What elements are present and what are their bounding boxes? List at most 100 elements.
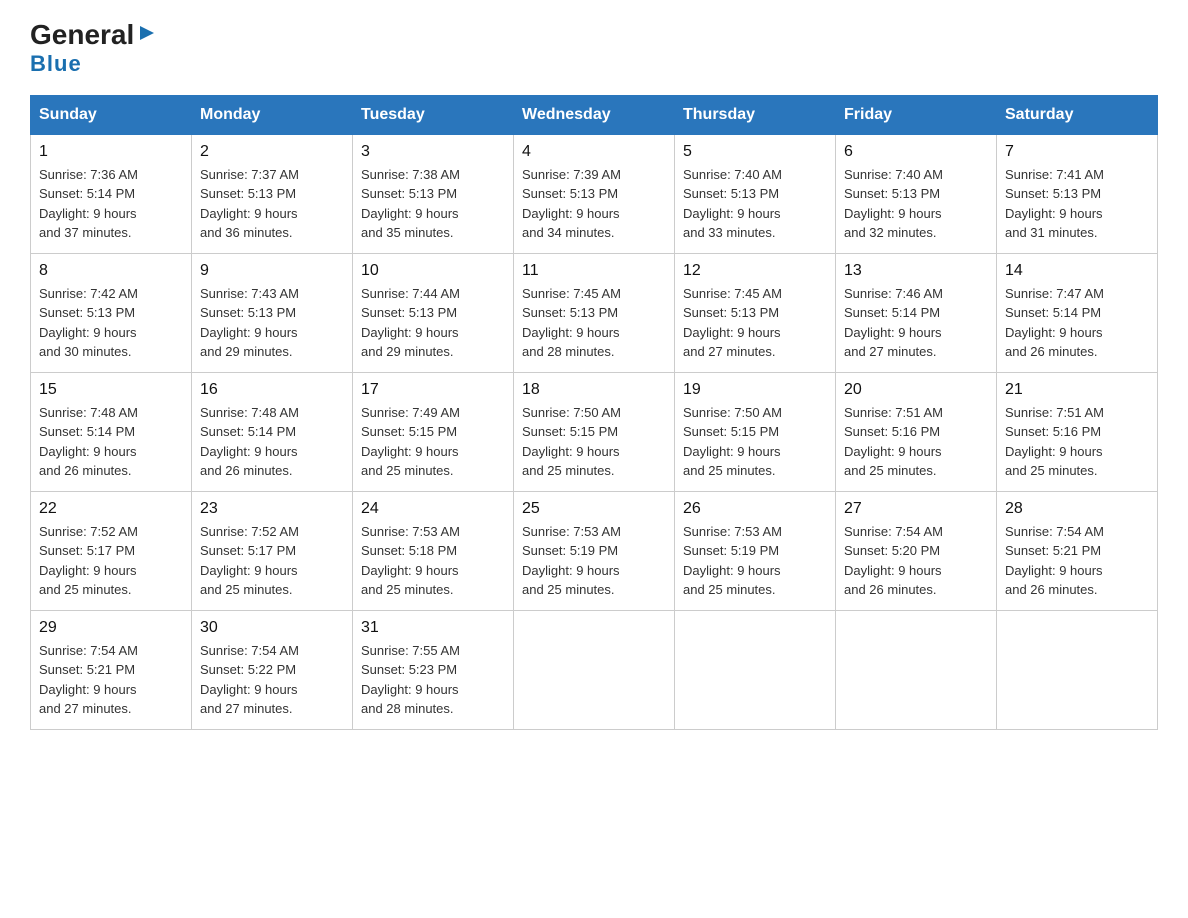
day-info: Sunrise: 7:51 AM Sunset: 5:16 PM Dayligh…	[844, 403, 988, 481]
calendar-cell: 12 Sunrise: 7:45 AM Sunset: 5:13 PM Dayl…	[675, 253, 836, 372]
day-info: Sunrise: 7:41 AM Sunset: 5:13 PM Dayligh…	[1005, 165, 1149, 243]
day-info: Sunrise: 7:36 AM Sunset: 5:14 PM Dayligh…	[39, 165, 183, 243]
day-info: Sunrise: 7:48 AM Sunset: 5:14 PM Dayligh…	[200, 403, 344, 481]
day-number: 9	[200, 262, 344, 280]
day-info: Sunrise: 7:46 AM Sunset: 5:14 PM Dayligh…	[844, 284, 988, 362]
day-number: 28	[1005, 500, 1149, 518]
day-info: Sunrise: 7:40 AM Sunset: 5:13 PM Dayligh…	[844, 165, 988, 243]
day-info: Sunrise: 7:42 AM Sunset: 5:13 PM Dayligh…	[39, 284, 183, 362]
day-info: Sunrise: 7:53 AM Sunset: 5:18 PM Dayligh…	[361, 522, 505, 600]
weekday-header-monday: Monday	[192, 95, 353, 134]
week-row-1: 1 Sunrise: 7:36 AM Sunset: 5:14 PM Dayli…	[31, 134, 1158, 253]
day-number: 20	[844, 381, 988, 399]
calendar-table: SundayMondayTuesdayWednesdayThursdayFrid…	[30, 95, 1158, 730]
day-number: 24	[361, 500, 505, 518]
day-info: Sunrise: 7:38 AM Sunset: 5:13 PM Dayligh…	[361, 165, 505, 243]
calendar-cell: 9 Sunrise: 7:43 AM Sunset: 5:13 PM Dayli…	[192, 253, 353, 372]
day-info: Sunrise: 7:39 AM Sunset: 5:13 PM Dayligh…	[522, 165, 666, 243]
day-number: 6	[844, 143, 988, 161]
day-number: 4	[522, 143, 666, 161]
calendar-cell	[997, 610, 1158, 729]
calendar-cell: 13 Sunrise: 7:46 AM Sunset: 5:14 PM Dayl…	[836, 253, 997, 372]
day-number: 30	[200, 619, 344, 637]
calendar-cell: 28 Sunrise: 7:54 AM Sunset: 5:21 PM Dayl…	[997, 491, 1158, 610]
day-info: Sunrise: 7:53 AM Sunset: 5:19 PM Dayligh…	[522, 522, 666, 600]
day-number: 22	[39, 500, 183, 518]
calendar-cell: 19 Sunrise: 7:50 AM Sunset: 5:15 PM Dayl…	[675, 372, 836, 491]
day-number: 15	[39, 381, 183, 399]
week-row-3: 15 Sunrise: 7:48 AM Sunset: 5:14 PM Dayl…	[31, 372, 1158, 491]
calendar-cell: 14 Sunrise: 7:47 AM Sunset: 5:14 PM Dayl…	[997, 253, 1158, 372]
calendar-cell: 25 Sunrise: 7:53 AM Sunset: 5:19 PM Dayl…	[514, 491, 675, 610]
day-info: Sunrise: 7:50 AM Sunset: 5:15 PM Dayligh…	[683, 403, 827, 481]
calendar-cell: 26 Sunrise: 7:53 AM Sunset: 5:19 PM Dayl…	[675, 491, 836, 610]
calendar-cell	[836, 610, 997, 729]
day-info: Sunrise: 7:54 AM Sunset: 5:20 PM Dayligh…	[844, 522, 988, 600]
day-number: 5	[683, 143, 827, 161]
logo: General Blue	[30, 20, 158, 77]
day-info: Sunrise: 7:55 AM Sunset: 5:23 PM Dayligh…	[361, 641, 505, 719]
day-number: 31	[361, 619, 505, 637]
day-info: Sunrise: 7:45 AM Sunset: 5:13 PM Dayligh…	[683, 284, 827, 362]
weekday-header-row: SundayMondayTuesdayWednesdayThursdayFrid…	[31, 95, 1158, 134]
weekday-header-saturday: Saturday	[997, 95, 1158, 134]
day-info: Sunrise: 7:47 AM Sunset: 5:14 PM Dayligh…	[1005, 284, 1149, 362]
day-number: 21	[1005, 381, 1149, 399]
logo-triangle-icon	[136, 22, 158, 44]
day-info: Sunrise: 7:50 AM Sunset: 5:15 PM Dayligh…	[522, 403, 666, 481]
weekday-header-sunday: Sunday	[31, 95, 192, 134]
day-info: Sunrise: 7:37 AM Sunset: 5:13 PM Dayligh…	[200, 165, 344, 243]
logo-text-general: General	[30, 20, 134, 51]
weekday-header-wednesday: Wednesday	[514, 95, 675, 134]
day-number: 16	[200, 381, 344, 399]
calendar-cell: 27 Sunrise: 7:54 AM Sunset: 5:20 PM Dayl…	[836, 491, 997, 610]
calendar-cell: 23 Sunrise: 7:52 AM Sunset: 5:17 PM Dayl…	[192, 491, 353, 610]
calendar-cell	[514, 610, 675, 729]
day-number: 27	[844, 500, 988, 518]
day-info: Sunrise: 7:52 AM Sunset: 5:17 PM Dayligh…	[39, 522, 183, 600]
calendar-cell: 15 Sunrise: 7:48 AM Sunset: 5:14 PM Dayl…	[31, 372, 192, 491]
calendar-cell: 30 Sunrise: 7:54 AM Sunset: 5:22 PM Dayl…	[192, 610, 353, 729]
week-row-4: 22 Sunrise: 7:52 AM Sunset: 5:17 PM Dayl…	[31, 491, 1158, 610]
day-info: Sunrise: 7:44 AM Sunset: 5:13 PM Dayligh…	[361, 284, 505, 362]
calendar-cell: 2 Sunrise: 7:37 AM Sunset: 5:13 PM Dayli…	[192, 134, 353, 253]
calendar-cell: 29 Sunrise: 7:54 AM Sunset: 5:21 PM Dayl…	[31, 610, 192, 729]
calendar-cell: 4 Sunrise: 7:39 AM Sunset: 5:13 PM Dayli…	[514, 134, 675, 253]
day-info: Sunrise: 7:53 AM Sunset: 5:19 PM Dayligh…	[683, 522, 827, 600]
day-info: Sunrise: 7:54 AM Sunset: 5:22 PM Dayligh…	[200, 641, 344, 719]
day-number: 13	[844, 262, 988, 280]
calendar-cell: 7 Sunrise: 7:41 AM Sunset: 5:13 PM Dayli…	[997, 134, 1158, 253]
weekday-header-thursday: Thursday	[675, 95, 836, 134]
calendar-cell: 31 Sunrise: 7:55 AM Sunset: 5:23 PM Dayl…	[353, 610, 514, 729]
calendar-cell: 21 Sunrise: 7:51 AM Sunset: 5:16 PM Dayl…	[997, 372, 1158, 491]
day-info: Sunrise: 7:45 AM Sunset: 5:13 PM Dayligh…	[522, 284, 666, 362]
day-number: 26	[683, 500, 827, 518]
day-info: Sunrise: 7:48 AM Sunset: 5:14 PM Dayligh…	[39, 403, 183, 481]
weekday-header-friday: Friday	[836, 95, 997, 134]
day-number: 1	[39, 143, 183, 161]
calendar-cell: 3 Sunrise: 7:38 AM Sunset: 5:13 PM Dayli…	[353, 134, 514, 253]
day-number: 11	[522, 262, 666, 280]
calendar-cell: 5 Sunrise: 7:40 AM Sunset: 5:13 PM Dayli…	[675, 134, 836, 253]
day-number: 3	[361, 143, 505, 161]
day-info: Sunrise: 7:52 AM Sunset: 5:17 PM Dayligh…	[200, 522, 344, 600]
logo-text-blue: Blue	[30, 51, 82, 77]
week-row-2: 8 Sunrise: 7:42 AM Sunset: 5:13 PM Dayli…	[31, 253, 1158, 372]
day-number: 14	[1005, 262, 1149, 280]
day-number: 23	[200, 500, 344, 518]
calendar-cell: 18 Sunrise: 7:50 AM Sunset: 5:15 PM Dayl…	[514, 372, 675, 491]
calendar-cell: 16 Sunrise: 7:48 AM Sunset: 5:14 PM Dayl…	[192, 372, 353, 491]
day-info: Sunrise: 7:43 AM Sunset: 5:13 PM Dayligh…	[200, 284, 344, 362]
day-number: 25	[522, 500, 666, 518]
day-number: 12	[683, 262, 827, 280]
day-info: Sunrise: 7:40 AM Sunset: 5:13 PM Dayligh…	[683, 165, 827, 243]
calendar-cell: 24 Sunrise: 7:53 AM Sunset: 5:18 PM Dayl…	[353, 491, 514, 610]
calendar-cell: 1 Sunrise: 7:36 AM Sunset: 5:14 PM Dayli…	[31, 134, 192, 253]
calendar-cell: 22 Sunrise: 7:52 AM Sunset: 5:17 PM Dayl…	[31, 491, 192, 610]
day-info: Sunrise: 7:49 AM Sunset: 5:15 PM Dayligh…	[361, 403, 505, 481]
day-number: 18	[522, 381, 666, 399]
day-number: 17	[361, 381, 505, 399]
weekday-header-tuesday: Tuesday	[353, 95, 514, 134]
day-number: 29	[39, 619, 183, 637]
day-number: 8	[39, 262, 183, 280]
